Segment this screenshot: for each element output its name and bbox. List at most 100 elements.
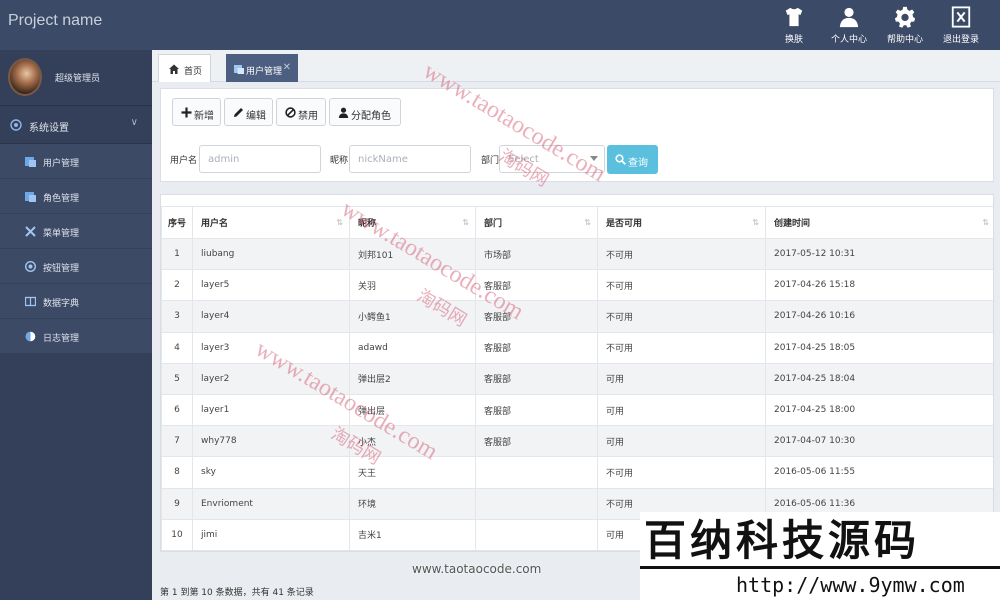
cell-username: jimi — [192, 518, 350, 551]
sort-icon[interactable]: ⇅ — [462, 218, 469, 227]
tab-user-management[interactable]: 用户管理 ✕ — [226, 54, 298, 82]
column-header-username[interactable]: 用户名 ⇅ — [192, 206, 350, 239]
cell-nickname: 弹出层2 — [349, 362, 476, 395]
sidebar: 超级管理员 系统设置 ∨ 用户管理 角色管理 菜单管理 按钮管理 数据字典 日志… — [0, 50, 152, 600]
cell-index: 6 — [161, 393, 193, 427]
sort-icon[interactable]: ⇅ — [584, 218, 591, 227]
edit-button[interactable]: 编辑 — [224, 98, 273, 126]
search-icon — [615, 154, 626, 165]
profile-button[interactable]: 个人中心 — [822, 6, 876, 46]
dictionary-icon — [25, 296, 36, 307]
plus-icon — [181, 107, 192, 118]
disable-button[interactable]: 禁用 — [276, 98, 326, 126]
caret-down-icon — [590, 156, 598, 161]
add-button[interactable]: 新增 — [172, 98, 221, 126]
cell-index: 5 — [161, 362, 193, 395]
cell-enabled: 不可用 — [597, 331, 766, 364]
sidebar-item-data-dictionary[interactable]: 数据字典 — [0, 284, 152, 319]
cell-username: Envrioment — [192, 487, 350, 520]
cell-username: liubang — [192, 237, 350, 271]
table-row[interactable]: 7 why778 小杰 客服部 可用 2017-04-07 10:30 — [161, 425, 993, 458]
assign-role-button[interactable]: 分配角色 — [329, 98, 401, 126]
table-panel: 序号 用户名 ⇅ 昵称 ⇅ 部门 ⇅ 是否可用 ⇅ 创建时间 ⇅ 1 liubang 刘邦10… — [160, 194, 994, 552]
user-manage-icon — [234, 65, 244, 74]
cell-enabled: 不可用 — [597, 456, 766, 489]
cell-department: 客服部 — [475, 269, 598, 302]
cell-username: layer4 — [192, 300, 350, 333]
cell-enabled: 不可用 — [597, 269, 766, 302]
cell-index: 2 — [161, 269, 193, 302]
watermark-small-text: www.taotaocode.com — [412, 562, 542, 576]
cell-department — [475, 456, 598, 489]
logout-label: 退出登录 — [942, 35, 979, 45]
edit-label: 编辑 — [246, 111, 266, 122]
column-header-enabled[interactable]: 是否可用 ⇅ — [597, 206, 766, 239]
sidebar-item-role-management[interactable]: 角色管理 — [0, 179, 152, 214]
help-label: 帮助中心 — [886, 35, 923, 45]
username-input[interactable]: admin — [199, 145, 321, 173]
cell-index: 8 — [161, 456, 193, 489]
sidebar-item-log-management[interactable]: 日志管理 — [0, 319, 152, 354]
logout-icon — [951, 6, 971, 28]
sort-icon[interactable]: ⇅ — [752, 218, 759, 227]
pencil-icon — [234, 108, 243, 117]
table-row[interactable]: 5 layer2 弹出层2 客服部 可用 2017-04-25 18:04 — [161, 362, 993, 395]
cell-index: 1 — [161, 237, 193, 271]
table-header-row: 序号 用户名 ⇅ 昵称 ⇅ 部门 ⇅ 是否可用 ⇅ 创建时间 ⇅ — [161, 206, 993, 239]
help-button[interactable]: 帮助中心 — [878, 6, 932, 46]
user-panel: 超级管理员 — [0, 50, 152, 106]
table-row[interactable]: 1 liubang 刘邦101 市场部 不可用 2017-05-12 10:31 — [161, 237, 993, 271]
sidebar-group-system-settings[interactable]: 系统设置 ∨ — [0, 106, 152, 144]
gear-icon — [894, 6, 916, 28]
table-row[interactable]: 8 sky 天王 不可用 2016-05-06 11:55 — [161, 456, 993, 489]
query-label: 查询 — [628, 158, 648, 169]
cell-index: 9 — [161, 487, 193, 520]
nickname-input[interactable]: nickName — [349, 145, 471, 173]
cell-nickname: 刘邦101 — [349, 237, 476, 271]
cell-created-at: 2017-04-07 10:30 — [765, 425, 993, 458]
double-chevron-down-icon: ∨ — [130, 117, 138, 128]
logout-button[interactable]: 退出登录 — [934, 6, 988, 46]
cell-nickname: 吉米1 — [349, 518, 476, 551]
app-title: Project name — [8, 12, 103, 29]
sidebar-group-label: 系统设置 — [29, 123, 69, 134]
sidebar-item-user-management[interactable]: 用户管理 — [0, 144, 152, 179]
sidebar-item-button-management[interactable]: 按钮管理 — [0, 249, 152, 284]
cell-created-at: 2017-04-25 18:00 — [765, 393, 993, 427]
table-row[interactable]: 3 layer4 小鳄鱼1 客服部 不可用 2017-04-26 10:16 — [161, 300, 993, 333]
column-header-created-at[interactable]: 创建时间 ⇅ — [765, 206, 993, 239]
button-icon — [25, 261, 36, 272]
cell-department: 客服部 — [475, 300, 598, 333]
column-header-department[interactable]: 部门 ⇅ — [475, 206, 598, 239]
cell-department — [475, 518, 598, 551]
table-row[interactable]: 4 layer3 adawd 客服部 不可用 2017-04-25 18:05 — [161, 331, 993, 364]
cell-created-at: 2017-04-25 18:04 — [765, 362, 993, 395]
skin-button[interactable]: 换肤 — [767, 6, 821, 46]
sidebar-item-label: 数据字典 — [43, 299, 80, 309]
cell-created-at: 2017-05-12 10:31 — [765, 237, 993, 271]
sort-icon[interactable]: ⇅ — [336, 218, 343, 227]
cell-index: 3 — [161, 300, 193, 333]
column-header-index[interactable]: 序号 — [161, 206, 193, 239]
cell-enabled: 不可用 — [597, 300, 766, 333]
log-icon — [25, 331, 36, 342]
query-button[interactable]: 查询 — [607, 145, 658, 174]
tab-home[interactable]: 首页 — [158, 54, 211, 82]
profile-label: 个人中心 — [830, 35, 867, 45]
sort-icon[interactable]: ⇅ — [982, 218, 989, 227]
sidebar-item-label: 日志管理 — [43, 334, 80, 344]
avatar[interactable] — [8, 58, 42, 96]
department-select[interactable]: Select — [499, 145, 605, 173]
cell-enabled: 不可用 — [597, 237, 766, 271]
pagination-info: 第 1 到第 10 条数据，共有 41 条记录 — [160, 588, 314, 598]
table-row[interactable]: 2 layer5 关羽 客服部 不可用 2017-04-26 15:18 — [161, 269, 993, 302]
close-icon[interactable]: ✕ — [283, 62, 291, 73]
cell-username: why778 — [192, 425, 350, 458]
brand-url: http://www.9ymw.com — [640, 570, 1000, 600]
cell-created-at: 2016-05-06 11:55 — [765, 456, 993, 489]
sidebar-item-menu-management[interactable]: 菜单管理 — [0, 214, 152, 249]
cell-username: layer3 — [192, 331, 350, 364]
column-header-nickname[interactable]: 昵称 ⇅ — [349, 206, 476, 239]
table-row[interactable]: 6 layer1 弹出层 客服部 可用 2017-04-25 18:00 — [161, 393, 993, 427]
cell-department: 客服部 — [475, 393, 598, 427]
